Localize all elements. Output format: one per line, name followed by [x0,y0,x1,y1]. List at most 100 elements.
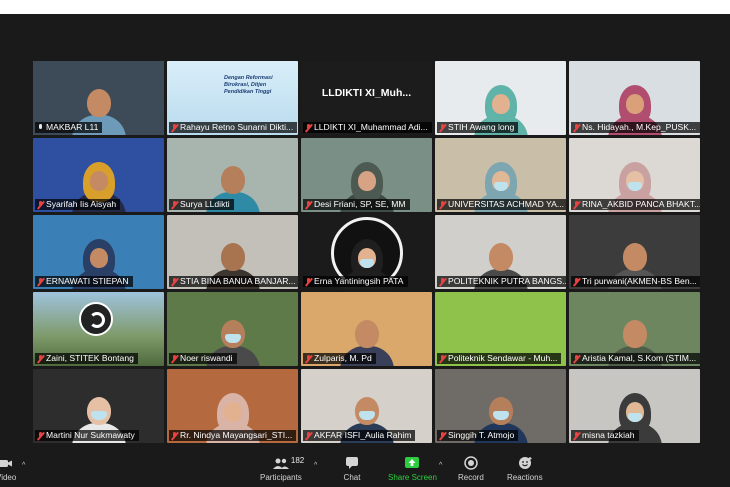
participant-name: Politeknik Sendawar - Muh... [448,353,558,363]
participant-video-tile[interactable]: LLDIKTI XI_Muh... LLDIKTI XI_Muhammad Adi… [301,61,432,135]
participants-count: 182 [290,456,305,465]
participants-icon: 182 [272,456,304,470]
microphone-muted-icon [573,431,580,440]
microphone-muted-icon [573,277,580,286]
participant-video-tile[interactable]: Erna Yantiningsih PATA [301,215,432,289]
zoom-meeting-window: MAKBAR L11 Dengan Reformasi Birokrasi, Di… [0,14,730,487]
participant-name-label: POLITEKNIK PUTRA BANGS... [437,276,566,287]
participant-name: RINA_AKBID PANCA BHAKT... [582,199,700,209]
microphone-muted-icon [439,431,446,440]
participant-name: Surya LLdikti [180,199,230,209]
participant-video-tile[interactable]: UNIVERSITAS ACHMAD YA... [435,138,566,212]
chat-label: Chat [343,473,361,482]
participant-name-label: misna tazkiah [571,430,639,441]
participant-name-label: LLDIKTI XI_Muhammad Adi... [303,122,432,133]
participant-video-tile[interactable]: Zaini, STITEK Bontang [33,292,164,366]
participant-name-label: STIA BINA BANUA BANJAR... [169,276,298,287]
participant-name-label: MAKBAR L11 [35,122,103,133]
microphone-muted-icon [573,200,580,209]
participant-name-label: Noer riswandi [169,353,237,364]
microphone-muted-icon [305,354,312,363]
participant-video-tile[interactable]: Rr. Nindya Mayangsari_STI... [167,369,298,443]
participant-video-tile[interactable]: Politeknik Sendawar - Muh... [435,292,566,366]
microphone-muted-icon [305,431,312,440]
microphone-muted-icon [573,123,580,132]
participant-name: ERNAWATI STIEPAN [46,276,129,286]
chat-bubble-icon [343,456,361,470]
record-button[interactable]: Record [458,456,484,482]
participant-video-tile[interactable]: ERNAWATI STIEPAN [33,215,164,289]
share-options-chevron-icon[interactable]: ^ [439,462,442,469]
microphone-icon [37,123,44,132]
microphone-muted-icon [573,354,580,363]
participant-name-label: Erna Yantiningsih PATA [303,276,408,287]
record-icon [462,456,480,470]
participant-name-label: Singgih T. Atmojo [437,430,519,441]
participant-name: MAKBAR L11 [46,122,99,132]
microphone-muted-icon [171,123,178,132]
participant-video-tile[interactable]: Zulparis, M. Pd [301,292,432,366]
microphone-muted-icon [171,200,178,209]
participant-name: AKFAR ISFI_Aulia Rahim [314,430,412,440]
gallery-view-grid: MAKBAR L11 Dengan Reformasi Birokrasi, Di… [33,61,700,443]
participant-video-tile[interactable]: Aristia Kamal, S.Kom (STIM... [569,292,700,366]
participant-name: Zulparis, M. Pd [314,353,372,363]
participant-video-tile[interactable]: MAKBAR L11 [33,61,164,135]
participant-video-tile[interactable]: Singgih T. Atmojo [435,369,566,443]
share-screen-button[interactable]: Share Screen [388,456,437,482]
reactions-button[interactable]: Reactions [507,456,543,482]
video-button[interactable]: Video [0,456,16,482]
participants-button[interactable]: 182 Participants [260,456,304,482]
participant-video-tile[interactable]: Martini Nur Sukmawaty [33,369,164,443]
participant-video-tile[interactable]: STIA BINA BANUA BANJAR... [167,215,298,289]
chat-button[interactable]: Chat [343,456,361,482]
participant-name: STIH Awang long [448,122,515,132]
reactions-label: Reactions [507,473,543,482]
microphone-muted-icon [171,277,178,286]
participant-video-tile[interactable]: Tri purwani(AKMEN-BS Ben... [569,215,700,289]
participant-video-tile[interactable]: Noer riswandi [167,292,298,366]
participant-name-label: AKFAR ISFI_Aulia Rahim [303,430,416,441]
participants-options-chevron-icon[interactable]: ^ [314,462,317,469]
participant-name: Aristia Kamal, S.Kom (STIM... [582,353,697,363]
participant-video-tile[interactable]: STIH Awang long [435,61,566,135]
participant-name: Martini Nur Sukmawaty [46,430,135,440]
participant-video-tile[interactable]: Syarifah Iis Aisyah [33,138,164,212]
smiley-face-icon [516,456,534,470]
video-label: Video [0,473,17,482]
participant-video-tile[interactable]: Ns. Hidayah., M.Kep_PUSK... [569,61,700,135]
participant-name: Tri purwani(AKMEN-BS Ben... [582,276,697,286]
participant-video-tile[interactable]: Surya LLdikti [167,138,298,212]
participant-video-tile[interactable]: RINA_AKBID PANCA BHAKT... [569,138,700,212]
participant-name: Rr. Nindya Mayangsari_STI... [180,430,293,440]
microphone-muted-icon [305,200,312,209]
participant-name-label: Martini Nur Sukmawaty [35,430,139,441]
participant-name-label: Syarifah Iis Aisyah [35,199,121,210]
participant-name: Zaini, STITEK Bontang [46,353,134,363]
participant-name-label: Aristia Kamal, S.Kom (STIM... [571,353,700,364]
video-options-chevron-icon[interactable]: ^ [22,462,25,469]
participant-name: STIA BINA BANUA BANJAR... [180,276,296,286]
participant-name-label: ERNAWATI STIEPAN [35,276,133,287]
participant-name-label: Ns. Hidayah., M.Kep_PUSK... [571,122,700,133]
participant-video-tile[interactable]: POLITEKNIK PUTRA BANGS... [435,215,566,289]
microphone-muted-icon [37,277,44,286]
microphone-muted-icon [171,431,178,440]
participant-video-tile[interactable]: Desi Friani, SP, SE, MM [301,138,432,212]
participant-name-label: Zaini, STITEK Bontang [35,353,138,364]
participant-name: POLITEKNIK PUTRA BANGS... [448,276,566,286]
record-label: Record [458,473,484,482]
microphone-muted-icon [439,354,446,363]
participant-name: Desi Friani, SP, SE, MM [314,199,406,209]
participant-name-label: Tri purwani(AKMEN-BS Ben... [571,276,700,287]
participant-video-tile[interactable]: AKFAR ISFI_Aulia Rahim [301,369,432,443]
banner-text: Dengan Reformasi Birokrasi, Ditjen Pendi… [224,75,273,95]
participant-video-tile[interactable]: Dengan Reformasi Birokrasi, Ditjen Pendi… [167,61,298,135]
microphone-muted-icon [439,123,446,132]
participant-name: LLDIKTI XI_Muhammad Adi... [314,122,428,132]
participant-name: Noer riswandi [180,353,233,363]
participant-name-label: Desi Friani, SP, SE, MM [303,199,410,210]
participant-name-label: Zulparis, M. Pd [303,353,376,364]
participant-name: Ns. Hidayah., M.Kep_PUSK... [582,122,697,132]
participant-video-tile[interactable]: misna tazkiah [569,369,700,443]
